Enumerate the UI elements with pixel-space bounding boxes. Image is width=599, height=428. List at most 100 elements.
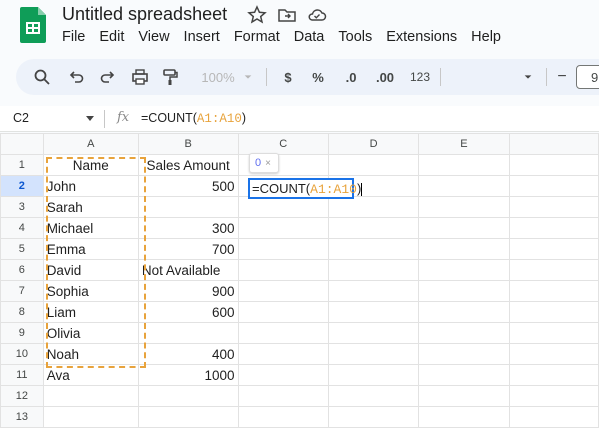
cell-f2[interactable]	[508, 175, 599, 197]
cell-b12[interactable]	[137, 385, 239, 407]
cell-c10[interactable]	[237, 343, 329, 365]
tooltip-close-icon[interactable]: ×	[265, 158, 271, 169]
cell-f1[interactable]	[508, 154, 599, 176]
cell-e9[interactable]	[418, 322, 510, 344]
cell-e12[interactable]	[418, 385, 510, 407]
cell-b1[interactable]: Sales Amount	[137, 154, 239, 176]
cell-d4[interactable]	[327, 217, 420, 239]
cell-a11[interactable]: Ava	[42, 364, 139, 386]
row-header[interactable]: 1	[0, 154, 44, 176]
menu-tools[interactable]: Tools	[338, 29, 372, 45]
cell-d7[interactable]	[327, 280, 420, 302]
cell-d9[interactable]	[327, 322, 420, 344]
row-header[interactable]: 12	[0, 385, 44, 407]
cell-f7[interactable]	[508, 280, 599, 302]
cell-e5[interactable]	[418, 238, 510, 260]
cell-f6[interactable]	[508, 259, 599, 281]
cell-a4[interactable]: Michael	[42, 217, 139, 239]
font-size-input[interactable]: 9	[576, 65, 599, 89]
document-title[interactable]: Untitled spreadsheet	[62, 4, 227, 25]
row-header[interactable]: 5	[0, 238, 44, 260]
cell-d11[interactable]	[327, 364, 420, 386]
cell-d6[interactable]	[327, 259, 420, 281]
menu-format[interactable]: Format	[234, 29, 280, 45]
column-header-f[interactable]	[508, 133, 599, 155]
row-header[interactable]: 10	[0, 343, 44, 365]
column-header-b[interactable]: B	[137, 133, 239, 155]
cell-b4[interactable]: 300	[137, 217, 239, 239]
cell-c5[interactable]	[237, 238, 329, 260]
cell-f5[interactable]	[508, 238, 599, 260]
cell-a3[interactable]: Sarah	[42, 196, 139, 218]
font-size-decrease-button[interactable]: −	[554, 65, 570, 89]
cloud-status-icon[interactable]	[307, 5, 327, 25]
cell-b8[interactable]: 600	[137, 301, 239, 323]
row-header[interactable]: 3	[0, 196, 44, 218]
row-header[interactable]: 7	[0, 280, 44, 302]
column-header-d[interactable]: D	[327, 133, 420, 155]
zoom-caret-icon[interactable]	[242, 65, 254, 89]
search-menus-icon[interactable]	[32, 65, 52, 89]
cell-a2[interactable]: John	[42, 175, 139, 197]
name-box-caret-icon[interactable]	[86, 116, 94, 121]
cell-f9[interactable]	[508, 322, 599, 344]
menu-edit[interactable]: Edit	[99, 29, 124, 45]
row-header[interactable]: 9	[0, 322, 44, 344]
cell-f10[interactable]	[508, 343, 599, 365]
menu-extensions[interactable]: Extensions	[386, 29, 457, 45]
sheets-logo-icon[interactable]	[20, 7, 46, 43]
cell-d3[interactable]	[327, 196, 420, 218]
cell-c6[interactable]	[237, 259, 329, 281]
cell-c8[interactable]	[237, 301, 329, 323]
cell-e10[interactable]	[418, 343, 510, 365]
cell-b3[interactable]	[137, 196, 239, 218]
menu-data[interactable]: Data	[294, 29, 325, 45]
cell-e7[interactable]	[418, 280, 510, 302]
move-folder-icon[interactable]	[277, 5, 297, 25]
column-header-e[interactable]: E	[418, 133, 510, 155]
cell-a5[interactable]: Emma	[42, 238, 139, 260]
cell-e6[interactable]	[418, 259, 510, 281]
cell-c7[interactable]	[237, 280, 329, 302]
undo-icon[interactable]	[66, 65, 86, 89]
cell-e4[interactable]	[418, 217, 510, 239]
more-formats-button[interactable]: 123	[408, 65, 432, 89]
cell-b9[interactable]	[137, 322, 239, 344]
cell-a6[interactable]: David	[42, 259, 139, 281]
cell-b2[interactable]: 500	[137, 175, 239, 197]
row-header[interactable]: 11	[0, 364, 44, 386]
row-header[interactable]: 4	[0, 217, 44, 239]
row-header[interactable]: 2	[0, 175, 44, 197]
cell-a9[interactable]: Olivia	[42, 322, 139, 344]
column-header-c[interactable]: C	[237, 133, 329, 155]
cell-c9[interactable]	[237, 322, 329, 344]
cell-e3[interactable]	[418, 196, 510, 218]
cell-e13[interactable]	[418, 406, 510, 428]
cell-b10[interactable]: 400	[137, 343, 239, 365]
star-icon[interactable]	[247, 5, 267, 25]
decrease-decimal-button[interactable]: .0	[340, 65, 362, 89]
row-header[interactable]: 8	[0, 301, 44, 323]
menu-file[interactable]: File	[62, 29, 85, 45]
cell-e2[interactable]	[418, 175, 510, 197]
increase-decimal-button[interactable]: .00	[372, 65, 398, 89]
menu-help[interactable]: Help	[471, 29, 501, 45]
cell-c3[interactable]	[237, 196, 329, 218]
cell-f3[interactable]	[508, 196, 599, 218]
cell-a1[interactable]: Name	[42, 154, 139, 176]
name-box[interactable]: C2	[13, 111, 29, 125]
cell-b6[interactable]: Not Available	[137, 259, 239, 281]
percent-format-button[interactable]: %	[310, 65, 326, 89]
cell-f4[interactable]	[508, 217, 599, 239]
cell-b13[interactable]	[137, 406, 239, 428]
cell-a7[interactable]: Sophia	[42, 280, 139, 302]
cell-d13[interactable]	[327, 406, 420, 428]
cell-d12[interactable]	[327, 385, 420, 407]
cell-f13[interactable]	[508, 406, 599, 428]
cell-a8[interactable]: Liam	[42, 301, 139, 323]
cell-f12[interactable]	[508, 385, 599, 407]
print-icon[interactable]	[130, 65, 150, 89]
cell-d1[interactable]	[327, 154, 420, 176]
cell-b5[interactable]: 700	[137, 238, 239, 260]
cell-e8[interactable]	[418, 301, 510, 323]
